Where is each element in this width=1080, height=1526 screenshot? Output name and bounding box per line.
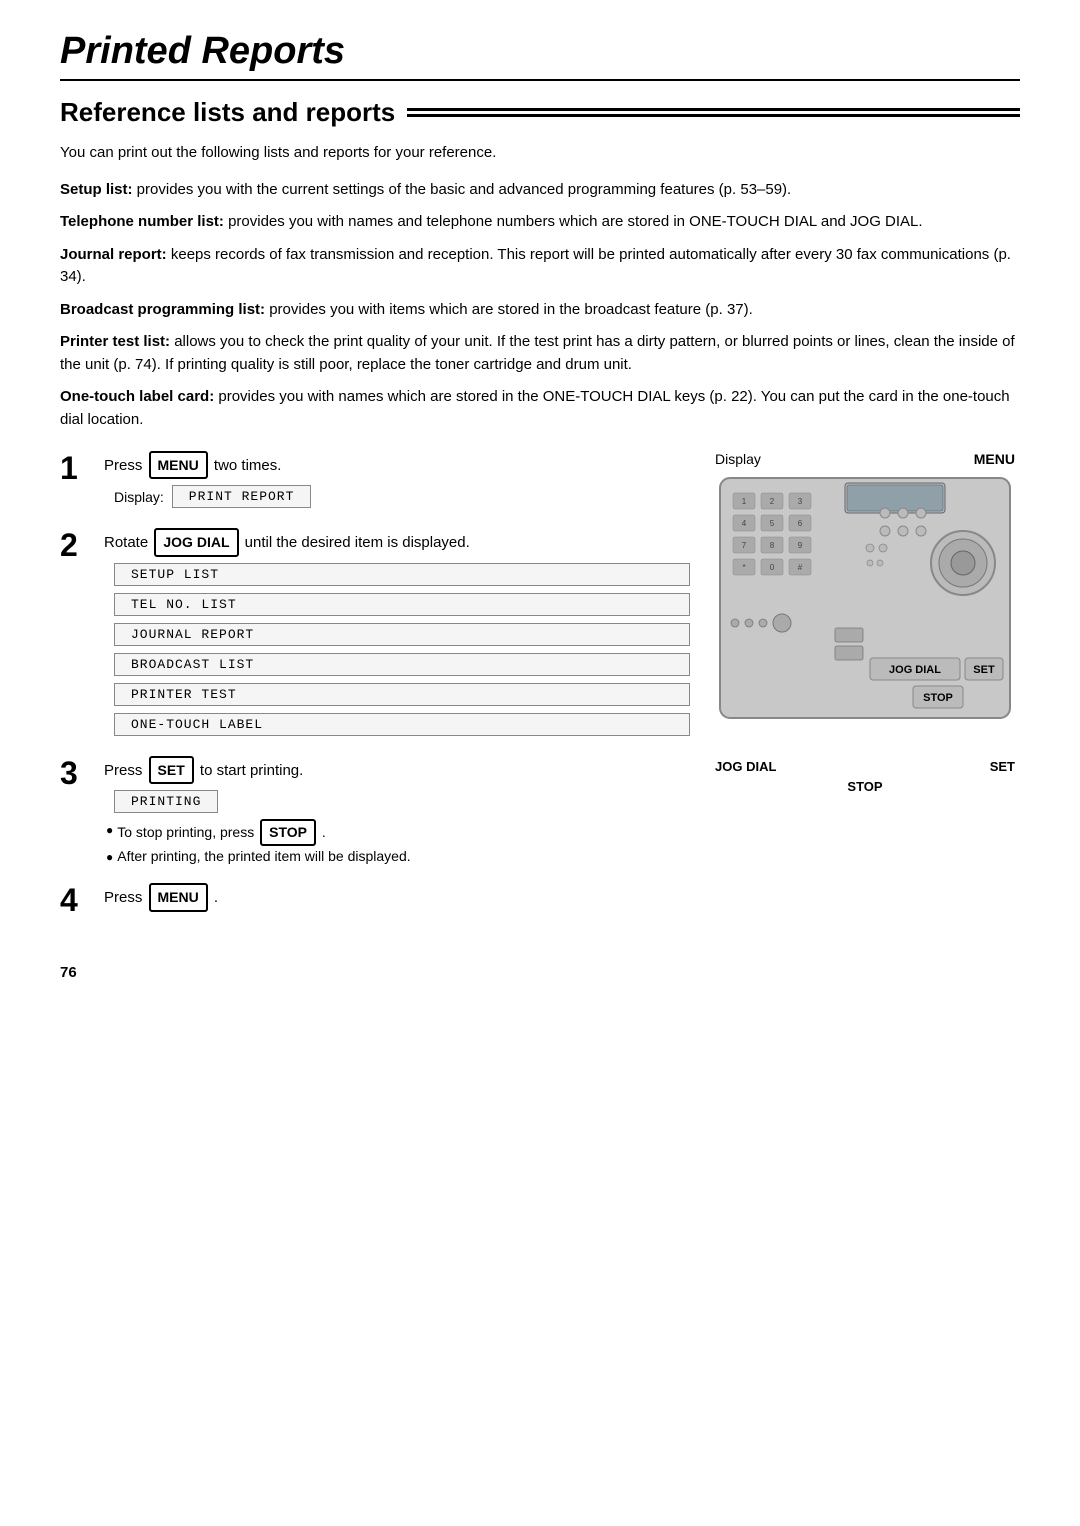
step-3-bullet-1: To stop printing, press STOP . (106, 819, 690, 846)
desc-journal: Journal report: keeps records of fax tra… (60, 244, 1020, 289)
svg-text:2: 2 (770, 497, 775, 506)
desc-setup: Setup list: provides you with the curren… (60, 179, 1020, 202)
step-1-display-label: Display: (114, 489, 164, 505)
desc-onetouch-bold: One-touch label card: (60, 388, 214, 405)
svg-text:SET: SET (973, 664, 995, 676)
device-illustration: Display MENU (710, 451, 1020, 934)
step-3-content: Press SET to start printing. PRINTING To… (104, 756, 690, 867)
svg-text:0: 0 (770, 563, 775, 572)
step-1-key-menu: MENU (149, 451, 208, 479)
display-item-tel: TEL NO. LIST (114, 593, 690, 616)
step-3-key-set: SET (149, 756, 194, 784)
steps-area: 1 Press MENU two times. Display: PRINT R… (60, 451, 1020, 934)
svg-text:*: * (742, 563, 745, 572)
step-2-display-list: SETUP LIST TEL NO. LIST JOURNAL REPORT B… (114, 563, 690, 740)
desc-journal-text: keeps records of fax transmission and re… (60, 246, 1011, 286)
step-4-content: Press MENU . (104, 883, 690, 917)
step-2: 2 Rotate JOG DIAL until the desired item… (60, 528, 690, 739)
step-4-number: 4 (60, 883, 90, 918)
step-3-display-row: PRINTING (114, 790, 690, 813)
step-4-text: Press MENU . (104, 883, 690, 911)
step-2-number: 2 (60, 528, 90, 563)
step-3-number: 3 (60, 756, 90, 791)
step-2-after: until the desired item is displayed. (245, 534, 470, 551)
display-item-onetouch: ONE-TOUCH LABEL (114, 713, 690, 736)
step-2-before: Rotate (104, 534, 148, 551)
device-bottom-labels: JOG DIAL SET (715, 759, 1015, 774)
display-item-broadcast: BROADCAST LIST (114, 653, 690, 676)
desc-journal-bold: Journal report: (60, 246, 167, 263)
display-item-setup: SETUP LIST (114, 563, 690, 586)
svg-text:4: 4 (742, 519, 747, 528)
desc-broadcast: Broadcast programming list: provides you… (60, 299, 1020, 322)
step-3-bullets: To stop printing, press STOP . After pri… (106, 819, 690, 867)
page-title: Printed Reports (60, 30, 1020, 73)
step-1-text: Press MENU two times. (104, 451, 690, 479)
desc-setup-bold: Setup list: (60, 181, 133, 198)
step-1-before: Press (104, 457, 142, 474)
stop-label: STOP (847, 779, 882, 794)
step-3: 3 Press SET to start printing. PRINTING … (60, 756, 690, 867)
svg-text:7: 7 (742, 541, 747, 550)
desc-broadcast-text: provides you with items which are stored… (265, 301, 753, 318)
svg-text:JOG DIAL: JOG DIAL (889, 664, 941, 676)
set-label: SET (990, 759, 1015, 774)
step-2-key-jog: JOG DIAL (154, 528, 238, 556)
svg-text:STOP: STOP (923, 692, 953, 704)
step-1-after: two times. (214, 457, 282, 474)
step-2-text: Rotate JOG DIAL until the desired item i… (104, 528, 690, 556)
jog-dial-label: JOG DIAL (715, 759, 776, 774)
desc-broadcast-bold: Broadcast programming list: (60, 301, 265, 318)
svg-text:9: 9 (798, 541, 803, 550)
step-1-content: Press MENU two times. Display: PRINT REP… (104, 451, 690, 512)
desc-telephone-text: provides you with names and telephone nu… (224, 213, 923, 230)
stop-key-inline: STOP (260, 819, 316, 846)
title-rule (60, 79, 1020, 81)
step-4: 4 Press MENU . (60, 883, 690, 918)
svg-text:#: # (798, 563, 803, 572)
step-1-display-line: Display: PRINT REPORT (114, 485, 690, 508)
step-3-text: Press SET to start printing. (104, 756, 690, 784)
step-1: 1 Press MENU two times. Display: PRINT R… (60, 451, 690, 512)
desc-printer: Printer test list: allows you to check t… (60, 331, 1020, 376)
desc-telephone-bold: Telephone number list: (60, 213, 224, 230)
display-item-printer: PRINTER TEST (114, 683, 690, 706)
device-label-row: Display MENU (715, 451, 1015, 467)
desc-printer-bold: Printer test list: (60, 333, 170, 350)
device-menu-label: MENU (974, 451, 1015, 467)
desc-setup-text: provides you with the current settings o… (133, 181, 792, 198)
step-3-display-box: PRINTING (114, 790, 218, 813)
step-1-display-box: PRINT REPORT (172, 485, 312, 508)
step-3-bullet-2-text: After printing, the printed item will be… (117, 846, 410, 867)
desc-telephone: Telephone number list: provides you with… (60, 211, 1020, 234)
device-display-label: Display (715, 451, 761, 467)
display-item-journal: JOURNAL REPORT (114, 623, 690, 646)
step-3-bullet-1-text: To stop printing, press STOP . (117, 819, 326, 846)
page-number: 76 (60, 964, 1020, 981)
desc-onetouch: One-touch label card: provides you with … (60, 386, 1020, 431)
step-1-number: 1 (60, 451, 90, 486)
step-4-after: . (214, 889, 218, 906)
step-3-bullet-2: After printing, the printed item will be… (106, 846, 690, 867)
section-heading-text: Reference lists and reports (60, 97, 395, 128)
steps-left: 1 Press MENU two times. Display: PRINT R… (60, 451, 690, 934)
section-heading: Reference lists and reports (60, 97, 1020, 128)
step-4-key-menu: MENU (149, 883, 208, 911)
desc-printer-text: allows you to check the print quality of… (60, 333, 1015, 373)
step-3-after: to start printing. (200, 762, 303, 779)
step-2-content: Rotate JOG DIAL until the desired item i… (104, 528, 690, 739)
intro-paragraph: You can print out the following lists an… (60, 142, 1020, 165)
device-svg: 123 456 789 *0# JOG DIA (715, 473, 1015, 753)
svg-text:8: 8 (770, 541, 775, 550)
step-4-before: Press (104, 889, 142, 906)
step-3-before: Press (104, 762, 142, 779)
svg-text:6: 6 (798, 519, 803, 528)
svg-text:3: 3 (798, 497, 803, 506)
svg-text:5: 5 (770, 519, 775, 528)
descriptions: Setup list: provides you with the curren… (60, 179, 1020, 432)
svg-text:1: 1 (742, 497, 747, 506)
